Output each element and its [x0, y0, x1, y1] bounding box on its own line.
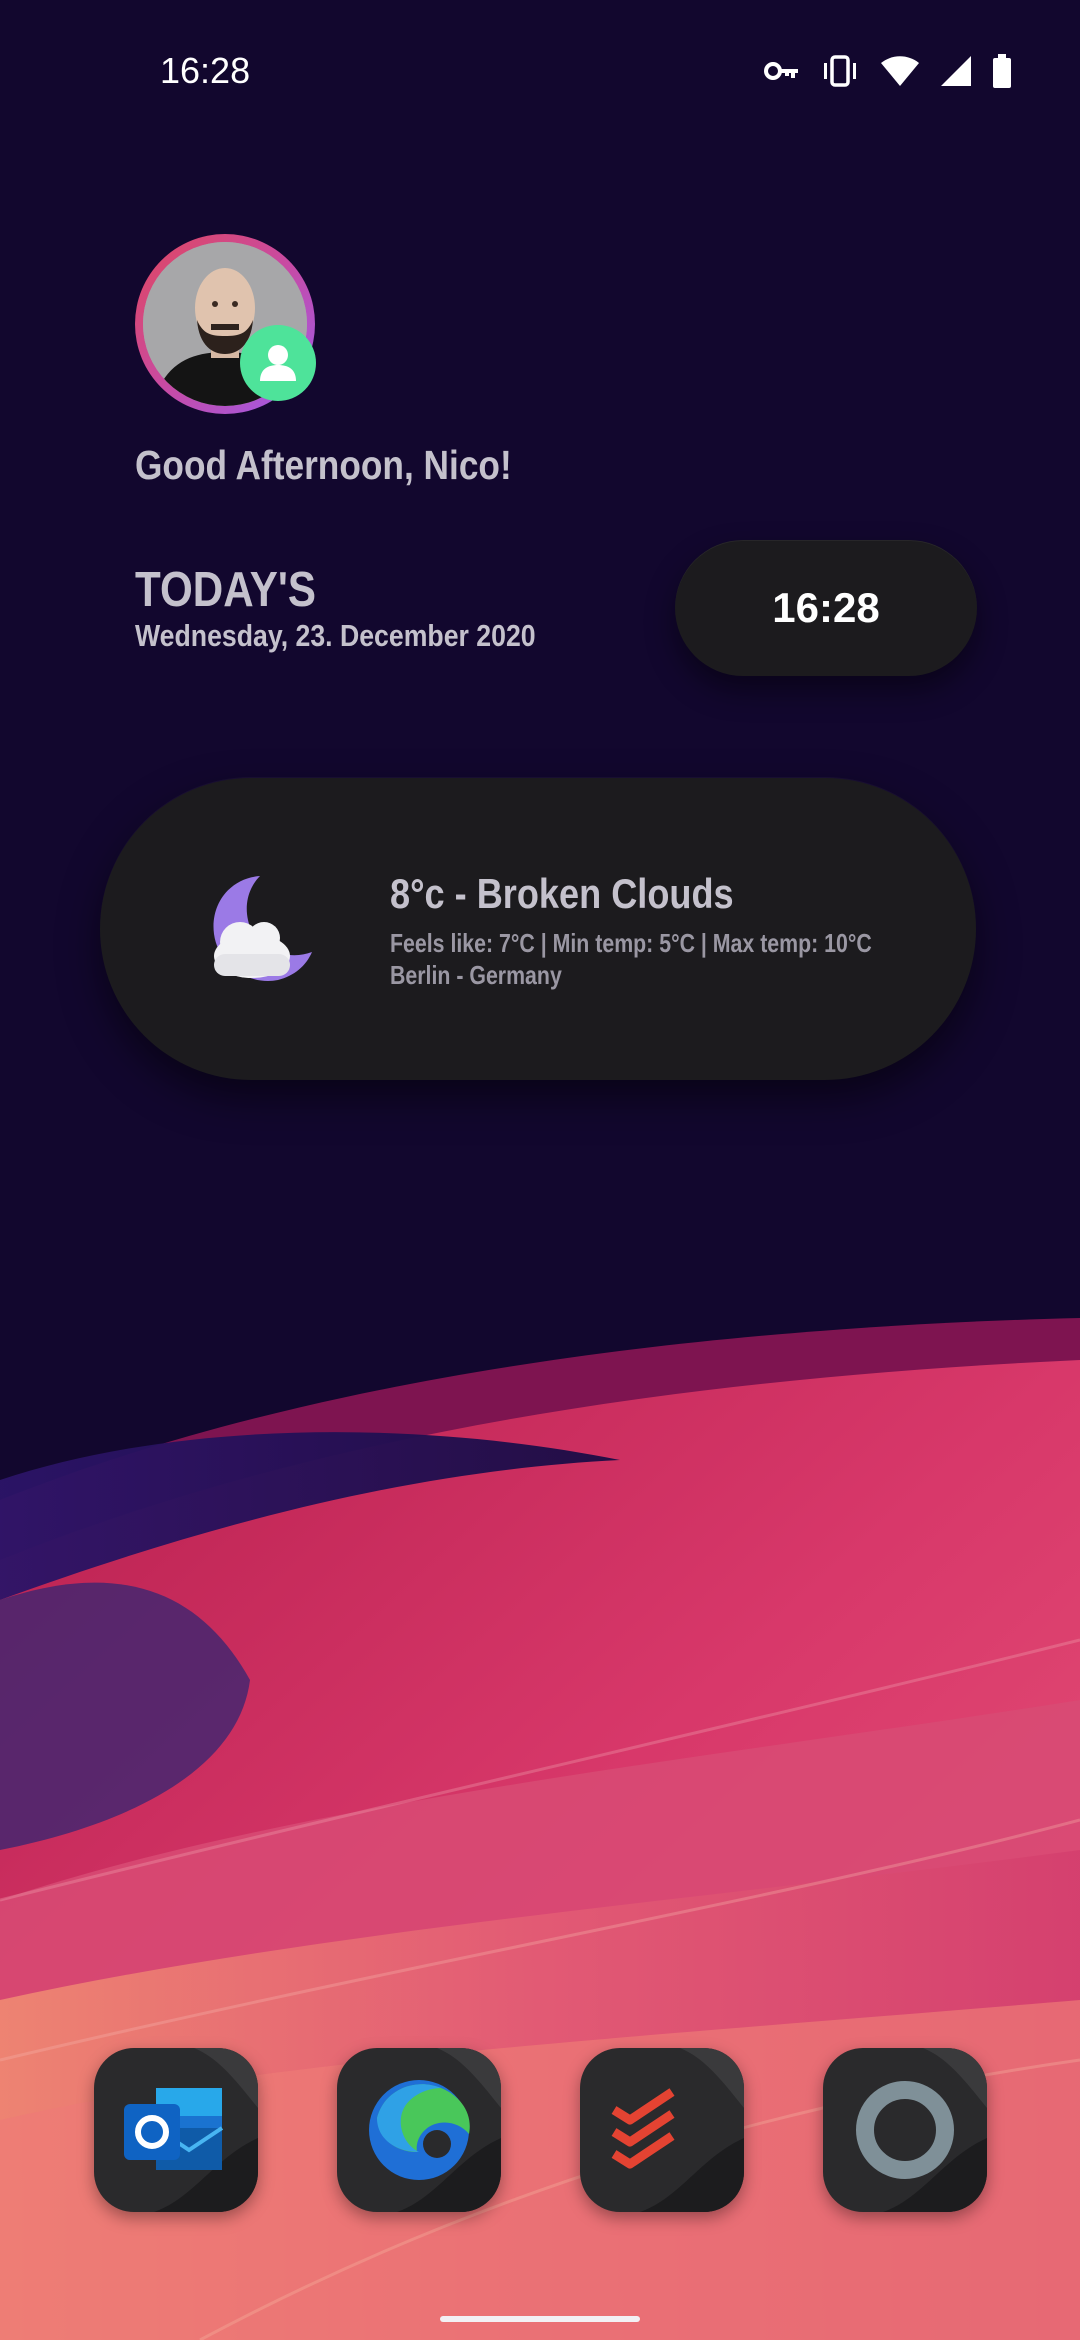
- app-dock: [0, 2048, 1080, 2214]
- todoist-app[interactable]: [580, 2048, 744, 2212]
- ring-app[interactable]: [823, 2048, 987, 2212]
- wifi-icon: [880, 55, 920, 87]
- moon-cloud-icon: [213, 876, 312, 981]
- vibrate-icon: [820, 55, 860, 87]
- edge-app[interactable]: [337, 2048, 501, 2212]
- greeting-text: Good Afternoon, Nico!: [135, 442, 512, 488]
- ring-icon: [856, 2081, 954, 2179]
- status-time: 16:28: [160, 50, 251, 91]
- today-title: TODAY'S: [135, 563, 316, 617]
- vpn-key-icon: [764, 59, 800, 83]
- todoist-icon: [611, 2088, 675, 2169]
- battery-icon: [992, 54, 1012, 88]
- weather-summary: 8°c - Broken Clouds: [390, 870, 734, 917]
- weather-widget[interactable]: 8°c - Broken Clouds Feels like: 7°C | Mi…: [100, 778, 976, 1080]
- clock-widget[interactable]: 16:28: [675, 540, 977, 676]
- today-date: Wednesday, 23. December 2020: [135, 618, 536, 653]
- edge-icon: [369, 2080, 470, 2180]
- outlook-icon: [124, 2088, 224, 2170]
- gesture-nav-handle[interactable]: [440, 2316, 640, 2322]
- weather-location: Berlin - Germany: [390, 960, 562, 990]
- clock-time: 16:28: [772, 584, 880, 631]
- status-icons: [764, 54, 1012, 88]
- profile-badge[interactable]: [240, 325, 316, 401]
- outlook-app[interactable]: [94, 2048, 258, 2212]
- person-icon: [260, 345, 296, 381]
- status-bar: 16:28: [0, 0, 1080, 150]
- weather-details: Feels like: 7°C | Min temp: 5°C | Max te…: [390, 928, 872, 958]
- cellular-signal-icon: [940, 55, 972, 87]
